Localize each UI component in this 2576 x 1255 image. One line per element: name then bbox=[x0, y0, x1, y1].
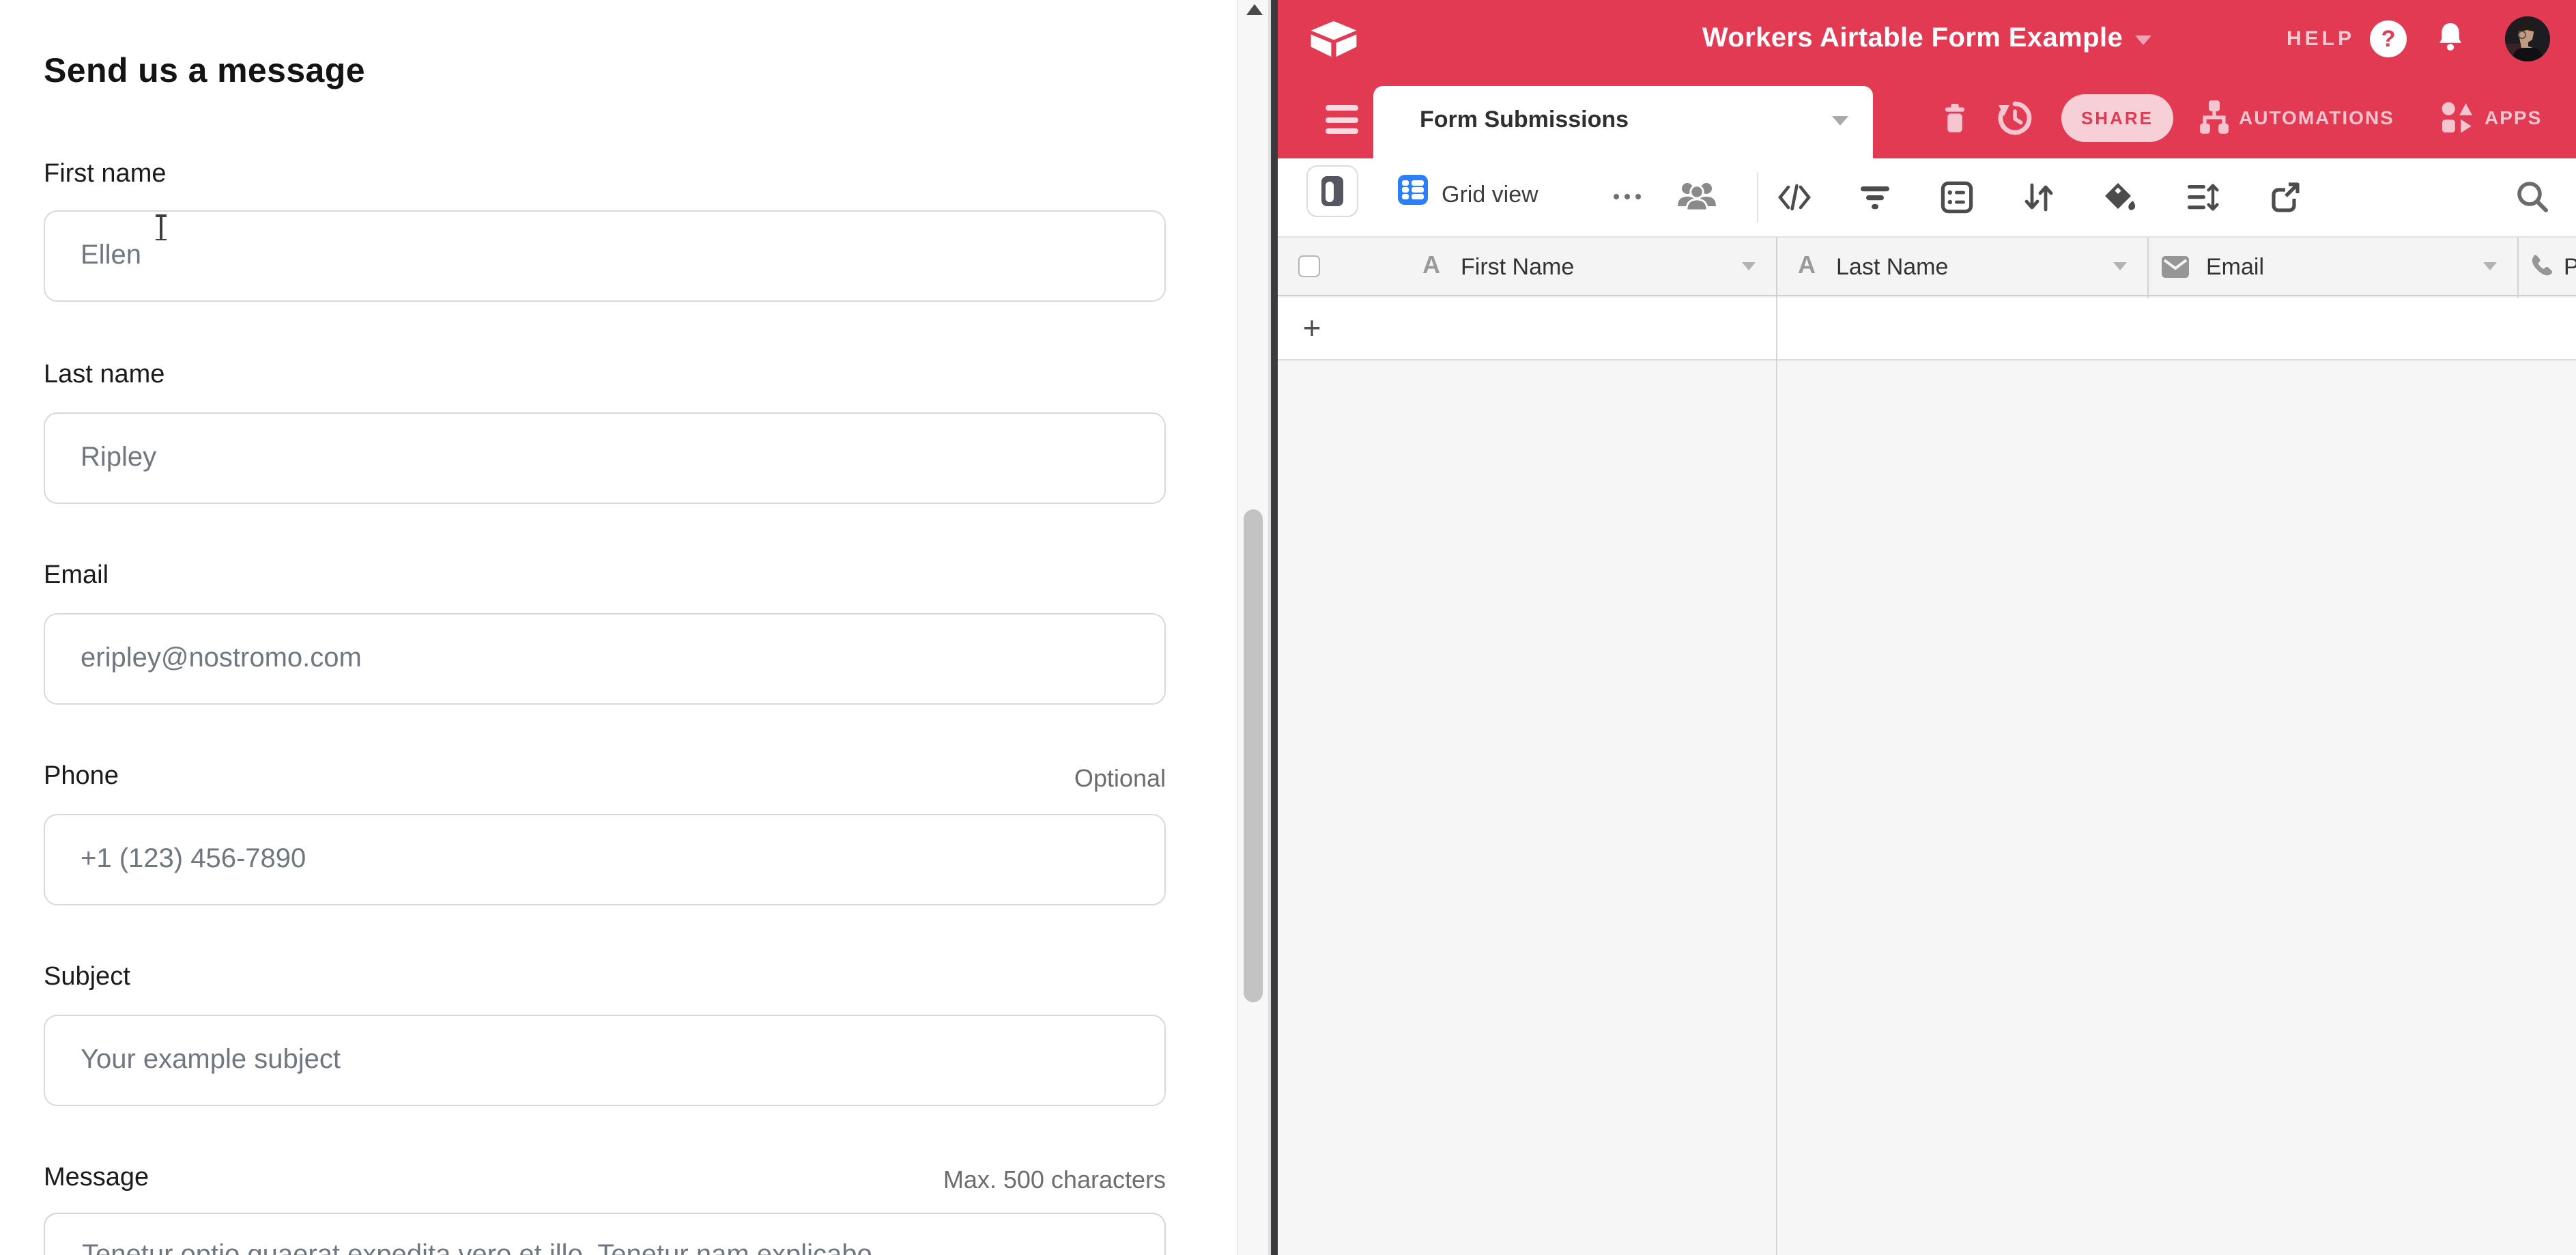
subject-label: Subject bbox=[44, 963, 130, 993]
email-input[interactable] bbox=[44, 613, 1166, 705]
message-text[interactable]: Tenetur optio quaerat expedita vero et i… bbox=[82, 1239, 1092, 1255]
search-icon[interactable] bbox=[2515, 179, 2550, 214]
automations-button[interactable]: AUTOMATIONS bbox=[2239, 107, 2394, 128]
view-name[interactable]: Grid view bbox=[1442, 182, 1539, 209]
column-divider bbox=[2147, 238, 2149, 298]
message-label: Message bbox=[44, 1164, 149, 1194]
last-name-label: Last name bbox=[44, 361, 164, 391]
column-header-email[interactable]: Email bbox=[2147, 238, 2517, 298]
share-button[interactable]: SHARE bbox=[2061, 94, 2173, 142]
phone-icon bbox=[2530, 254, 2557, 281]
airtable-topbar: Workers Airtable Form Example HELP bbox=[1278, 0, 2576, 78]
toolbar-divider bbox=[1757, 172, 1758, 223]
apps-button[interactable]: APPS bbox=[2485, 107, 2542, 128]
phone-input[interactable] bbox=[44, 814, 1166, 905]
help-button[interactable]: HELP bbox=[2287, 27, 2355, 51]
phone-label: Phone bbox=[44, 762, 119, 792]
contact-form-window: Send us a message First name Last name E… bbox=[0, 0, 1237, 1255]
column-header-last-name[interactable]: A Last Name bbox=[1776, 238, 2147, 298]
view-toolbar: Grid view bbox=[1278, 158, 2576, 236]
airtable-viewbar: Form Submissions SHARE AUTOMATIONS bbox=[1278, 78, 2576, 158]
base-title[interactable]: Workers Airtable Form Example bbox=[1702, 23, 2123, 55]
hide-fields-icon[interactable] bbox=[1777, 180, 1812, 214]
form-title: Send us a message bbox=[44, 52, 365, 91]
history-icon[interactable] bbox=[1997, 101, 2033, 135]
add-record-row[interactable]: + bbox=[1278, 298, 2576, 361]
chevron-down-icon[interactable] bbox=[1742, 262, 1756, 270]
grid-view-icon[interactable] bbox=[1398, 175, 1428, 205]
scrollbar-thumb[interactable] bbox=[1244, 509, 1263, 1002]
airtable-window-edge bbox=[1271, 0, 1278, 1255]
envelope-icon bbox=[2161, 255, 2190, 279]
table-tab-label: Form Submissions bbox=[1420, 107, 1629, 134]
notifications-bell-icon[interactable] bbox=[2435, 22, 2465, 55]
column-divider bbox=[2517, 238, 2519, 298]
text-field-icon: A bbox=[1422, 251, 1440, 280]
apps-icon[interactable] bbox=[2441, 101, 2474, 134]
more-icon[interactable] bbox=[1614, 194, 1641, 199]
collaborators-icon[interactable] bbox=[1676, 179, 1717, 214]
text-cursor-icon bbox=[153, 214, 168, 240]
column-header-phone[interactable]: Phone bbox=[2517, 238, 2576, 298]
airtable-window: Workers Airtable Form Example HELP bbox=[1278, 0, 2576, 1255]
column-header-first-name[interactable]: A First Name bbox=[1278, 238, 1776, 298]
chevron-down-icon[interactable] bbox=[2113, 262, 2127, 270]
column-divider bbox=[1776, 238, 1777, 298]
first-name-label: First name bbox=[44, 160, 167, 190]
sort-icon[interactable] bbox=[2022, 180, 2056, 214]
trash-icon[interactable] bbox=[1940, 102, 1970, 134]
plus-icon[interactable]: + bbox=[1297, 298, 1327, 358]
panel-icon bbox=[1321, 176, 1343, 206]
text-field-icon: A bbox=[1798, 251, 1816, 280]
group-icon[interactable] bbox=[1940, 180, 1974, 214]
help-question-icon[interactable] bbox=[2370, 20, 2407, 57]
frozen-column-divider bbox=[1776, 298, 1777, 1255]
chevron-down-icon[interactable] bbox=[2135, 36, 2151, 45]
automations-icon[interactable] bbox=[2198, 100, 2231, 135]
message-max-hint: Max. 500 characters bbox=[943, 1166, 1166, 1195]
scroll-up-icon[interactable] bbox=[1246, 4, 1263, 15]
last-name-input[interactable] bbox=[44, 412, 1166, 504]
phone-optional-hint: Optional bbox=[1074, 765, 1166, 793]
menu-icon[interactable] bbox=[1326, 105, 1358, 140]
chevron-down-icon[interactable] bbox=[2483, 262, 2497, 270]
table-tab[interactable]: Form Submissions bbox=[1373, 86, 1873, 158]
grid-header-row: A First Name A Last Name Email bbox=[1278, 236, 2576, 296]
toggle-sidebar-button[interactable] bbox=[1306, 165, 1358, 217]
row-height-icon[interactable] bbox=[2186, 180, 2220, 214]
first-name-input[interactable] bbox=[44, 210, 1166, 302]
chevron-down-icon bbox=[1832, 116, 1848, 126]
filter-icon[interactable] bbox=[1858, 180, 1892, 214]
screen: Send us a message First name Last name E… bbox=[0, 0, 2576, 1255]
subject-input[interactable] bbox=[44, 1015, 1166, 1106]
user-avatar[interactable] bbox=[2505, 16, 2550, 61]
color-icon[interactable] bbox=[2102, 180, 2138, 216]
form-window-scrollbar[interactable] bbox=[1237, 0, 1268, 1255]
email-label: Email bbox=[44, 561, 109, 591]
share-view-icon[interactable] bbox=[2267, 180, 2302, 214]
